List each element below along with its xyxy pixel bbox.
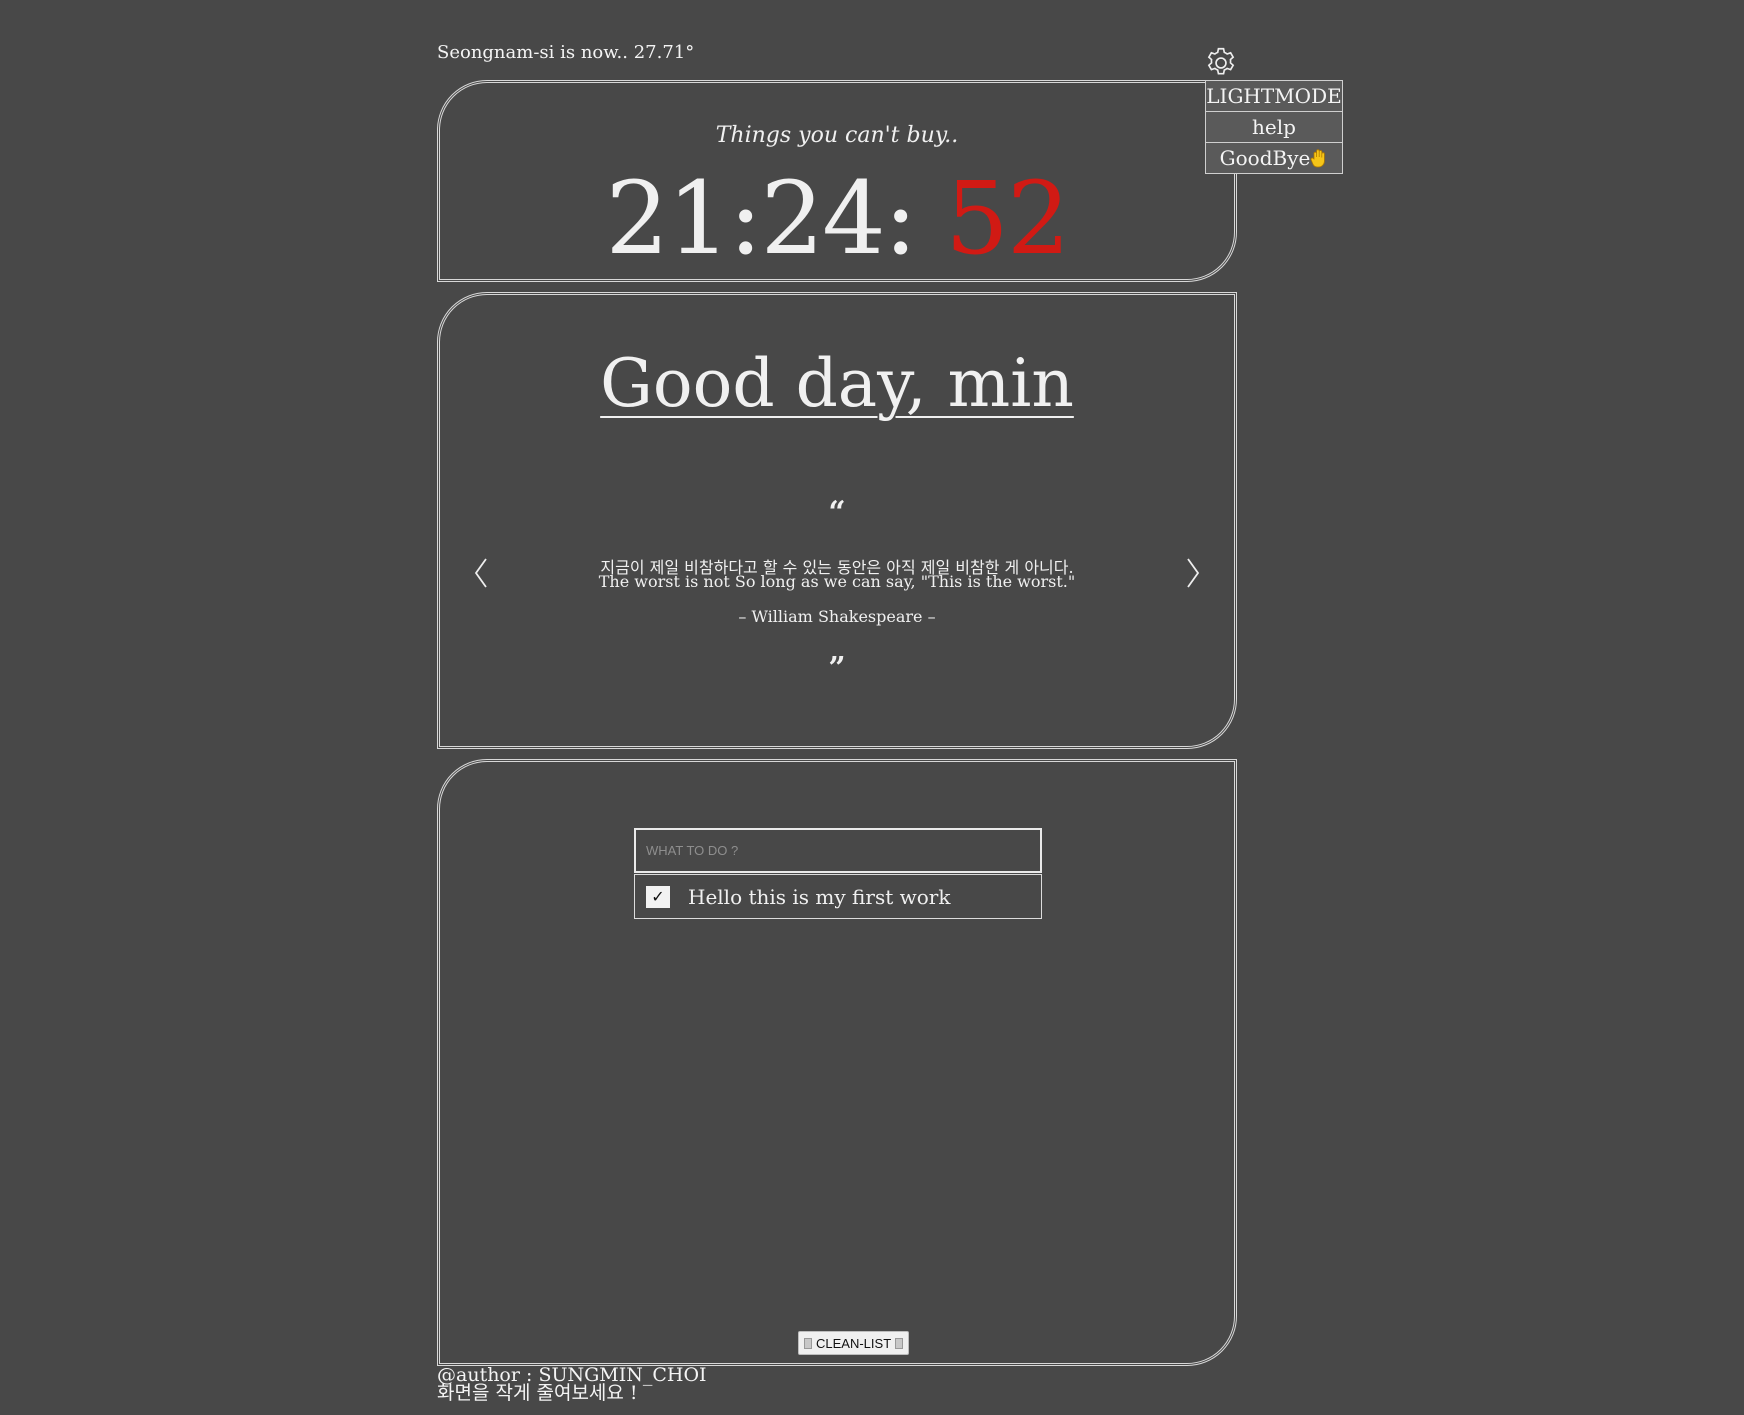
clock-display: 21:24: 52 [440, 169, 1234, 269]
chevron-right-icon[interactable] [1182, 555, 1202, 591]
todo-list-item: ✓ Hello this is my first work [634, 874, 1042, 919]
trash-icon [804, 1337, 812, 1349]
clock-seconds: 52 [945, 160, 1070, 277]
quote-author: – William Shakespeare – [738, 607, 936, 626]
clean-list-button[interactable]: CLEAN-LIST [798, 1331, 910, 1355]
waving-hand-icon [1310, 149, 1326, 168]
todo-item-text: Hello this is my first work [688, 884, 951, 909]
quote-english: The worst is not So long as we can say, … [598, 572, 1076, 591]
gear-icon[interactable] [1203, 45, 1239, 81]
clock-card: Things you can't buy.. 21:24: 52 [437, 80, 1237, 282]
greeting-title[interactable]: Good day, min [440, 345, 1234, 422]
todo-input[interactable] [634, 828, 1042, 873]
clean-list-label: CLEAN-LIST [816, 1335, 892, 1351]
clock-caption: Things you can't buy.. [715, 123, 959, 148]
menu-item-goodbye[interactable]: GoodBye [1206, 143, 1342, 173]
clock-hours-minutes: 21:24: [605, 160, 946, 277]
weather-status: Seongnam-si is now.. 27.71° [437, 42, 695, 63]
footer-hint: 화면을 작게 줄여보세요 ! [437, 1382, 638, 1404]
menu-item-goodbye-label: GoodBye [1219, 146, 1311, 170]
todo-checkbox[interactable]: ✓ [646, 885, 670, 908]
settings-menu: LIGHTMODE help GoodBye [1205, 80, 1343, 174]
menu-item-lightmode[interactable]: LIGHTMODE [1206, 81, 1342, 112]
footer: @author : SUNGMIN_CHOI 화면을 작게 줄여보세요 ! [437, 1366, 707, 1404]
close-quote-mark: ” [828, 651, 846, 686]
open-quote-mark: “ [828, 495, 846, 530]
trash-icon [895, 1337, 904, 1349]
todo-card: ✓ Hello this is my first work CLEAN-LIST [437, 759, 1237, 1366]
greeting-card: Good day, min “ 지금이 제일 비참하다고 할 수 있는 동안은 … [437, 292, 1237, 749]
menu-item-help[interactable]: help [1206, 112, 1342, 143]
